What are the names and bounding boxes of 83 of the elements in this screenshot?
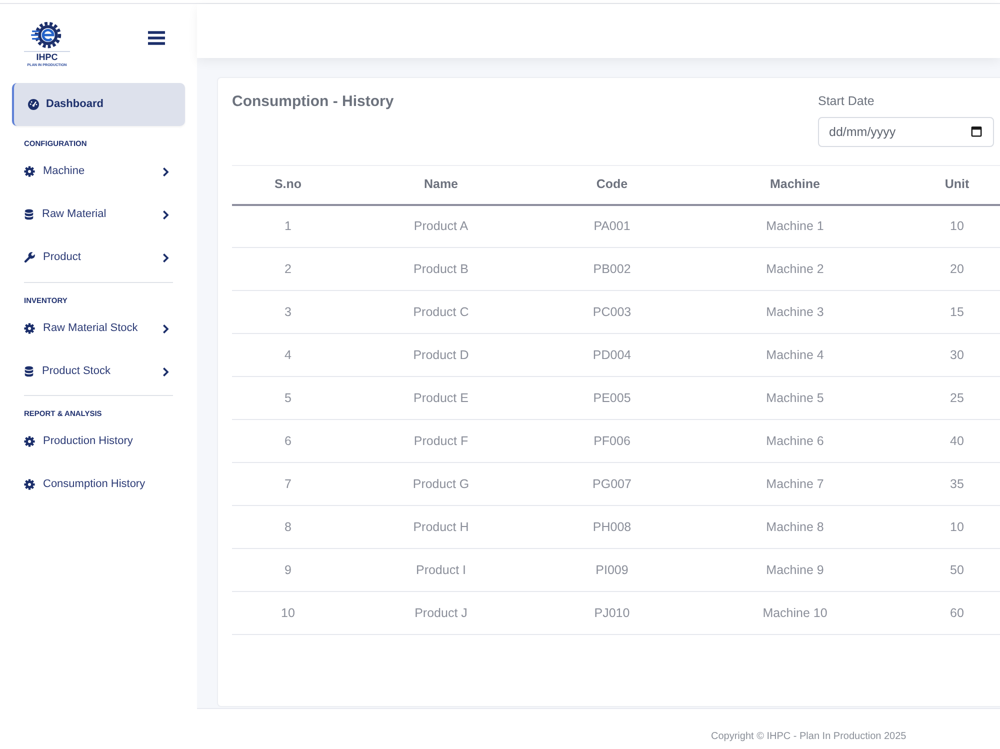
table-cell: 60 xyxy=(904,592,1000,634)
table-cell: Product G xyxy=(344,462,538,506)
chevron-right-icon[interactable] xyxy=(162,324,169,334)
brand-name: IHPC xyxy=(24,51,70,62)
table-cell: 10 xyxy=(232,592,344,634)
table-cell: 4 xyxy=(232,334,344,376)
table-cell: PG007 xyxy=(538,462,686,506)
table-cell: 5 xyxy=(232,376,344,420)
gear-icon[interactable] xyxy=(24,323,35,334)
table-cell: Product E xyxy=(344,376,538,420)
gear-icon[interactable] xyxy=(24,479,35,490)
gauge-icon[interactable] xyxy=(28,99,39,110)
table-cell: PH008 xyxy=(538,506,686,548)
table-cell: Product A xyxy=(344,204,538,248)
table-cell: PE005 xyxy=(538,376,686,420)
table-cell: Product I xyxy=(344,548,538,592)
nav-item[interactable]: Product xyxy=(0,236,197,279)
nav-item[interactable]: Raw Material Stock xyxy=(0,307,197,350)
nav-item[interactable]: Product Stock xyxy=(0,350,197,393)
nav-item[interactable]: Machine xyxy=(0,150,197,193)
table-cell: Machine 6 xyxy=(686,420,904,462)
column-header: Name xyxy=(344,166,538,204)
table-cell: 30 xyxy=(904,334,1000,376)
gear-icon[interactable] xyxy=(24,436,35,447)
table-cell: PI009 xyxy=(538,548,686,592)
nav-item[interactable]: Production History xyxy=(0,420,197,463)
database-icon[interactable] xyxy=(24,209,34,220)
table-cell: PD004 xyxy=(538,334,686,376)
copyright-text: Copyright © IHPC - Plan In Production 2025 xyxy=(711,731,906,743)
table-cell: 35 xyxy=(904,462,1000,506)
table-cell: Machine 9 xyxy=(686,548,904,592)
table-cell: Product H xyxy=(344,506,538,548)
table-cell: 20 xyxy=(904,248,1000,290)
column-header: S.no xyxy=(232,166,344,204)
page-title: Consumption - History xyxy=(232,93,394,111)
table-cell: Machine 7 xyxy=(686,462,904,506)
column-header: Code xyxy=(538,166,686,204)
table-cell: PC003 xyxy=(538,290,686,334)
date-field[interactable]: dd/mm/yyyy xyxy=(818,117,994,147)
table-cell: PA001 xyxy=(538,204,686,248)
table-cell: Product B xyxy=(344,248,538,290)
wrench-icon[interactable] xyxy=(24,252,35,263)
table-cell: Machine 2 xyxy=(686,248,904,290)
nav-item[interactable]: Dashboard xyxy=(12,83,185,126)
menu-icon[interactable] xyxy=(148,31,165,45)
database-icon[interactable] xyxy=(24,366,34,377)
table-cell: Machine 5 xyxy=(686,376,904,420)
nav-item[interactable]: Raw Material xyxy=(0,193,197,236)
table-cell: PF006 xyxy=(538,420,686,462)
table-cell: 1 xyxy=(232,204,344,248)
table-cell: Machine 3 xyxy=(686,290,904,334)
table-cell: 10 xyxy=(904,506,1000,548)
table-cell: PJ010 xyxy=(538,592,686,634)
table-cell: PB002 xyxy=(538,248,686,290)
table-cell: 50 xyxy=(904,548,1000,592)
chevron-right-icon[interactable] xyxy=(162,366,169,376)
table-cell: 3 xyxy=(232,290,344,334)
table-cell: Product D xyxy=(344,334,538,376)
field-label: Start Date xyxy=(818,93,876,109)
chevron-right-icon[interactable] xyxy=(162,166,169,176)
table-cell: 7 xyxy=(232,462,344,506)
table-cell: 2 xyxy=(232,248,344,290)
table-cell: Product J xyxy=(344,592,538,634)
gear-icon[interactable] xyxy=(24,166,35,177)
nav-item[interactable]: Consumption History xyxy=(0,463,197,506)
chevron-right-icon[interactable] xyxy=(162,210,169,220)
chevron-right-icon[interactable] xyxy=(162,252,169,262)
table-cell: Product C xyxy=(344,290,538,334)
table-cell: Machine 8 xyxy=(686,506,904,548)
table-cell: Machine 4 xyxy=(686,334,904,376)
table-cell: 40 xyxy=(904,420,1000,462)
table-cell: 6 xyxy=(232,420,344,462)
column-header: Machine xyxy=(686,166,904,204)
table-cell: 25 xyxy=(904,376,1000,420)
table-cell: 15 xyxy=(904,290,1000,334)
table-cell: Product F xyxy=(344,420,538,462)
table-cell: Machine 1 xyxy=(686,204,904,248)
table-cell: 8 xyxy=(232,506,344,548)
table-cell: 9 xyxy=(232,548,344,592)
table-cell: 10 xyxy=(904,204,1000,248)
column-header: Unit xyxy=(904,166,1000,204)
calendar-icon[interactable] xyxy=(971,126,982,137)
table-cell: Machine 10 xyxy=(686,592,904,634)
